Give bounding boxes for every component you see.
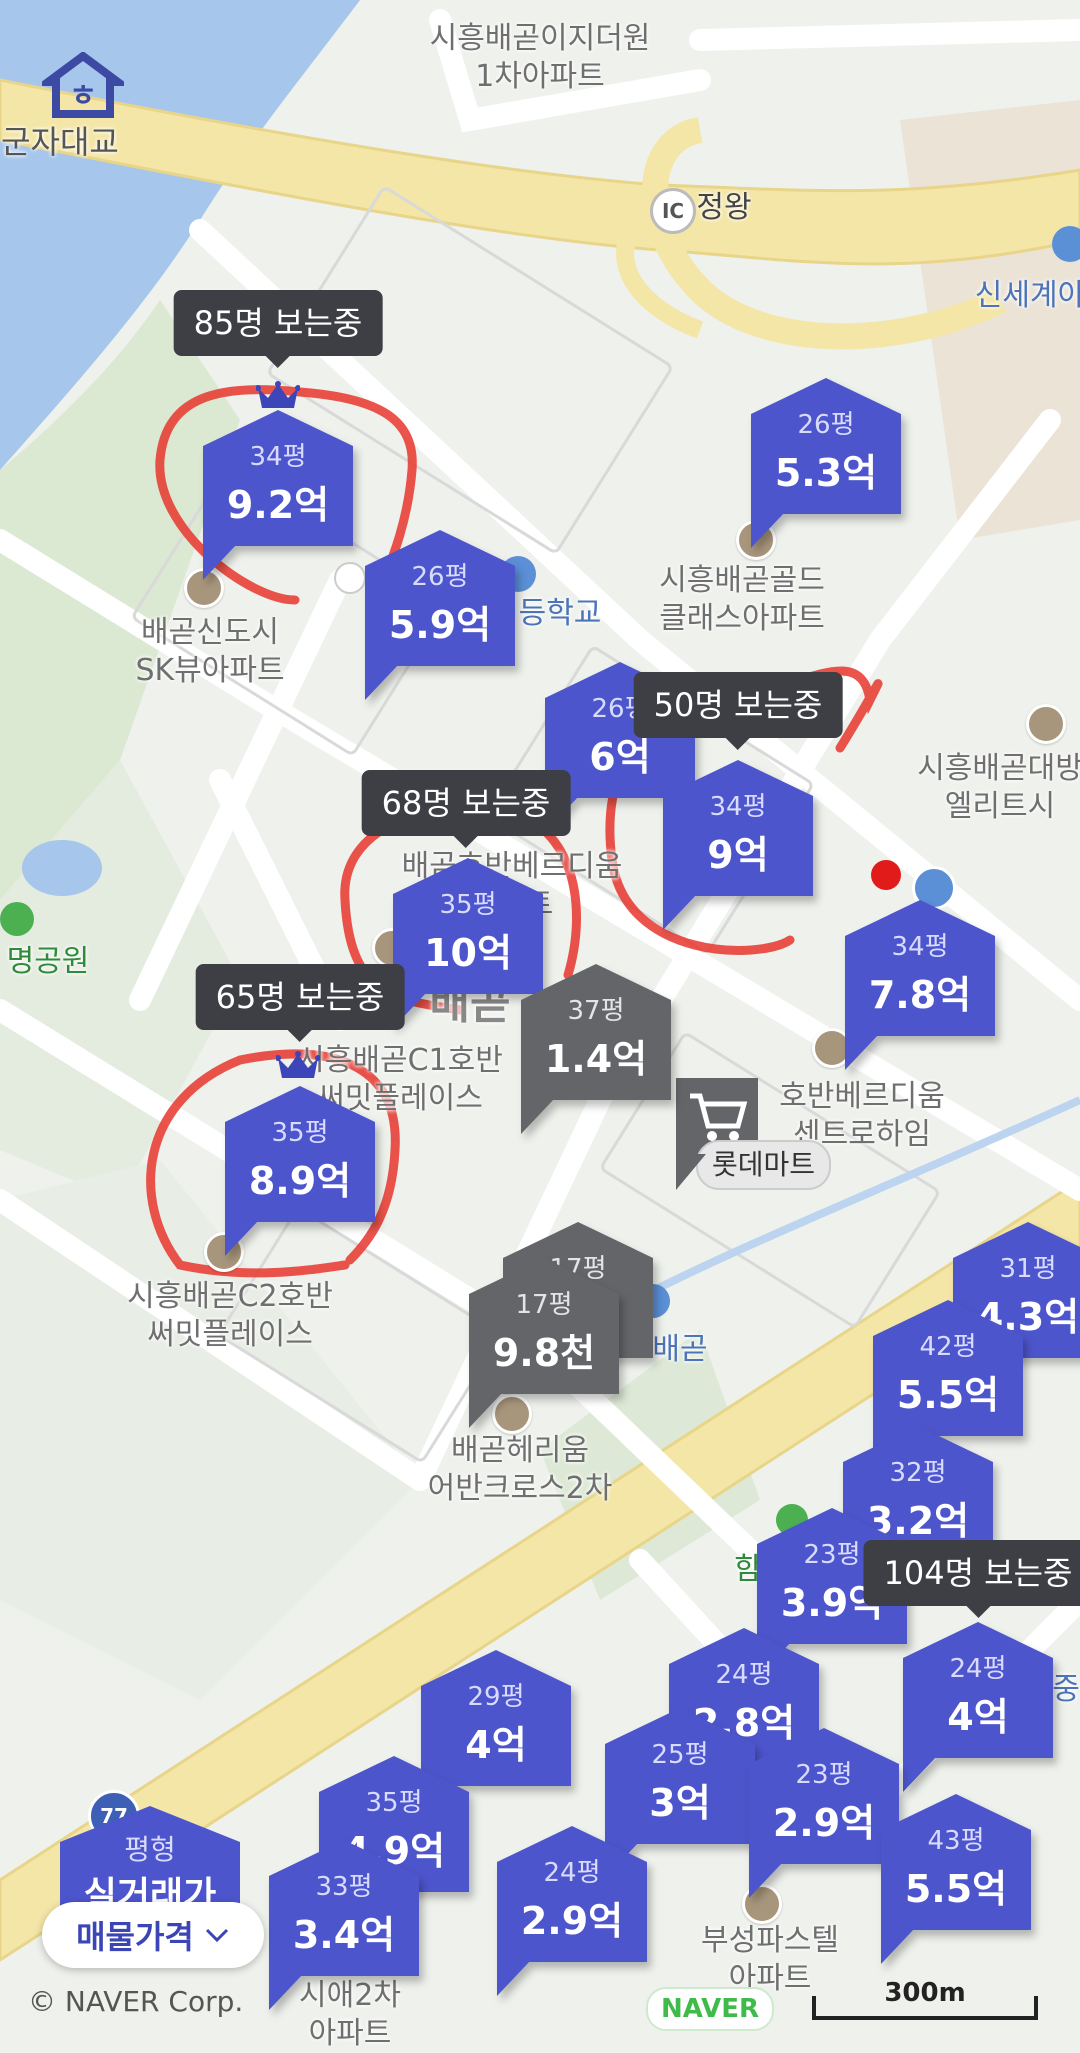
chevron-down-icon bbox=[205, 1928, 228, 1943]
marker-price: 7.8억 bbox=[868, 973, 972, 1017]
marker-area: 34평 bbox=[891, 932, 949, 962]
label-c2-summit-text: 시흥배곧C2호반 써밋플레이스 bbox=[127, 1279, 333, 1352]
viewers-bubble-50[interactable]: 50명 보는중 bbox=[633, 672, 843, 750]
marker-price: 4억 bbox=[947, 1695, 1009, 1739]
marker-price: 9.8천 bbox=[492, 1331, 596, 1375]
cart-tail bbox=[676, 1154, 706, 1190]
marker-area: 24평 bbox=[715, 1660, 773, 1690]
naver-logo: NAVER bbox=[646, 1987, 774, 2031]
svg-text:ㅎ: ㅎ bbox=[69, 79, 97, 114]
home-icon[interactable]: ㅎ bbox=[35, 51, 131, 118]
marker-area: 26평 bbox=[797, 410, 855, 440]
label-sk-view: 배곧신도시 SK뷰아파트 bbox=[135, 614, 284, 690]
marker-area: 29평 bbox=[467, 1682, 525, 1712]
marker-area: 43평 bbox=[927, 1826, 985, 1856]
marker-price: 3.4억 bbox=[292, 1913, 396, 1957]
price-marker[interactable]: 35평 8.9억 bbox=[225, 1086, 375, 1256]
price-type-dropdown[interactable]: 매물가격 bbox=[42, 1902, 264, 1968]
marker-area: 25평 bbox=[651, 1740, 709, 1770]
price-marker[interactable]: 33평 3.4억 bbox=[269, 1840, 419, 2010]
price-type-label: 매물가격 bbox=[76, 1918, 194, 1956]
marker-area: 37평 bbox=[567, 996, 625, 1026]
ic-badge: IC bbox=[650, 188, 696, 234]
price-marker[interactable]: 34평 9억 bbox=[663, 760, 813, 930]
real-deal-marker[interactable]: 평형 실거래가 bbox=[60, 1806, 240, 1916]
marker-area: 26평 bbox=[411, 562, 469, 592]
label-sk-view-text: 배곧신도시 SK뷰아파트 bbox=[135, 615, 285, 688]
marker-area: 35평 bbox=[439, 890, 497, 920]
viewers-bubble-85[interactable]: 85명 보는중 bbox=[173, 290, 383, 368]
marker-price: 5.5억 bbox=[904, 1867, 1008, 1911]
viewers-bubble-65[interactable]: 65명 보는중 bbox=[195, 964, 405, 1042]
label-gold-class: 시흥배곧골드 클래스아파트 bbox=[659, 562, 825, 638]
label-gunja-bridge: 군자대교 bbox=[1, 123, 119, 161]
label-jeongwang: 정왕 bbox=[696, 190, 752, 225]
price-marker[interactable]: 26평 5.9억 bbox=[365, 530, 515, 700]
price-marker[interactable]: 43평 5.5억 bbox=[881, 1794, 1031, 1964]
marker-area: 34평 bbox=[249, 442, 307, 472]
marker-price: 3억 bbox=[649, 1781, 711, 1825]
marker-area: 23평 bbox=[795, 1760, 853, 1790]
marker-area: 24평 bbox=[543, 1858, 601, 1888]
label-hillstate: 배곧헤리움 어반크로스2차 bbox=[428, 1432, 613, 1508]
price-marker[interactable]: 17평 9.8천 bbox=[469, 1258, 619, 1428]
marker-area: 34평 bbox=[709, 792, 767, 822]
label-hillstate-text: 배곧헤리움 어반크로스2차 bbox=[427, 1433, 613, 1506]
copyright-text: © NAVER Corp. bbox=[28, 1985, 244, 2018]
marker-area: 33평 bbox=[315, 1872, 373, 1902]
shopping-icon bbox=[1052, 226, 1080, 262]
label-gold-class-text: 시흥배곧골드 클래스아파트 bbox=[659, 563, 825, 636]
crown-icon bbox=[276, 1051, 320, 1078]
price-marker[interactable]: 26평 5.3억 bbox=[751, 378, 901, 548]
price-marker[interactable]: 23평 2.9억 bbox=[749, 1728, 899, 1898]
price-marker[interactable]: 34평 7.8억 bbox=[845, 900, 995, 1070]
label-elementary: 등학교 bbox=[518, 596, 602, 631]
price-marker[interactable]: 34평 9.2억 bbox=[203, 410, 353, 580]
label-shinsegae: 신세계아 bbox=[974, 278, 1080, 313]
price-marker[interactable]: 24평 2.9억 bbox=[497, 1826, 647, 1996]
label-park: 명공원 bbox=[6, 944, 90, 979]
label-c2-summit: 시흥배곧C2호반 써밋플레이스 bbox=[127, 1278, 333, 1354]
marker-price: 1.4억 bbox=[544, 1037, 648, 1081]
marker-area: 17평 bbox=[515, 1290, 573, 1320]
marker-price: 5.5억 bbox=[896, 1373, 1000, 1417]
marker-price: 9억 bbox=[707, 833, 769, 877]
scale-line bbox=[812, 1996, 1038, 2020]
marker-price: 5.3억 bbox=[774, 451, 878, 495]
price-marker[interactable]: 37평 1.4억 bbox=[521, 964, 671, 1134]
real-deal-pyung: 평형 bbox=[124, 1833, 176, 1866]
marker-area: 35평 bbox=[271, 1118, 329, 1148]
marker-price: 5.9억 bbox=[388, 603, 492, 647]
marker-price: 2.9억 bbox=[520, 1899, 624, 1943]
label-bottom-right-partial: 중 bbox=[1052, 1672, 1080, 1707]
label-daebang-text: 시흥배곧대방 엘리트시 bbox=[917, 751, 1080, 824]
park-icon bbox=[0, 902, 34, 936]
marker-area: 32평 bbox=[889, 1458, 947, 1488]
scale-bar: 300m bbox=[812, 1978, 1038, 2020]
label-apt-ijidewon-text: 시흥배곧이지더원 1차아파트 bbox=[429, 21, 651, 94]
marker-area: 35평 bbox=[365, 1788, 423, 1818]
viewers-bubble-68[interactable]: 68명 보는중 bbox=[361, 770, 571, 848]
price-marker[interactable]: 24평 4억 bbox=[903, 1622, 1053, 1792]
marker-area: 42평 bbox=[919, 1332, 977, 1362]
viewers-bubble-104[interactable]: 104명 보는중 bbox=[863, 1540, 1080, 1618]
label-daebang: 시흥배곧대방 엘리트시 bbox=[917, 750, 1080, 826]
label-apt-ijidewon: 시흥배곧이지더원 1차아파트 bbox=[430, 20, 651, 96]
apartment-icon bbox=[1026, 704, 1066, 744]
marker-price: 2.9억 bbox=[772, 1801, 876, 1845]
crown-icon bbox=[256, 381, 300, 408]
marker-area: 31평 bbox=[999, 1254, 1057, 1284]
label-baegot-station: 배곧 bbox=[652, 1332, 708, 1367]
marker-price: 9.2억 bbox=[226, 483, 330, 527]
lotte-mart-label[interactable]: 롯데마트 bbox=[696, 1140, 832, 1190]
marker-price: 8.9억 bbox=[248, 1159, 352, 1203]
marker-area: 24평 bbox=[949, 1654, 1007, 1684]
